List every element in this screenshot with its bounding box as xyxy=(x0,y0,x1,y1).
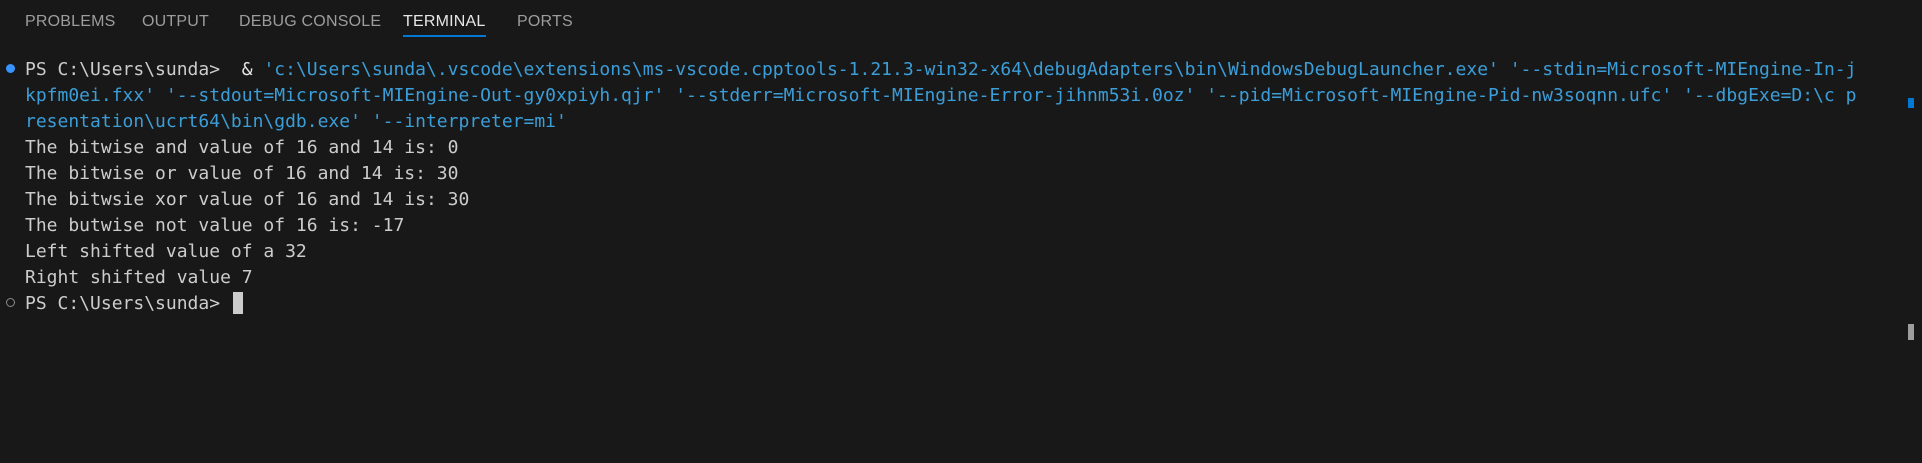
output-line: The bitwsie xor value of 16 and 14 is: 3… xyxy=(25,189,470,210)
call-operator: & xyxy=(241,59,253,80)
terminal-panel: PROBLEMS OUTPUT DEBUG CONSOLE TERMINAL P… xyxy=(0,0,1922,463)
command-pending-decoration-icon[interactable] xyxy=(6,298,15,307)
command-text-line-3: resentation\ucrt64\bin\gdb.exe' '--inter… xyxy=(25,111,567,132)
terminal-prompt: PS C:\Users\sunda> xyxy=(25,59,221,80)
tab-debug-console[interactable]: DEBUG CONSOLE xyxy=(239,13,381,35)
terminal-cursor xyxy=(232,292,243,314)
terminal-prompt: PS C:\Users\sunda> xyxy=(25,293,221,314)
command-text-line-2: kpfm0ei.fxx' '--stdout=Microsoft-MIEngin… xyxy=(25,85,1857,106)
command-success-decoration-icon[interactable] xyxy=(6,64,15,73)
terminal-current-prompt-line[interactable]: PS C:\Users\sunda> xyxy=(25,291,243,317)
output-line: Left shifted value of a 32 xyxy=(25,241,307,262)
command-text-line-1: 'c:\Users\sunda\.vscode\extensions\ms-vs… xyxy=(263,59,1857,80)
tab-output[interactable]: OUTPUT xyxy=(142,13,209,35)
scrollbar-marker xyxy=(1908,98,1914,108)
tab-terminal[interactable]: TERMINAL xyxy=(403,13,486,37)
terminal-command-line: PS C:\Users\sunda> & 'c:\Users\sunda\.vs… xyxy=(25,57,1856,83)
output-line: The bitwise and value of 16 and 14 is: 0 xyxy=(25,137,459,158)
tab-problems[interactable]: PROBLEMS xyxy=(25,13,116,35)
terminal-output-area[interactable]: PS C:\Users\sunda> & 'c:\Users\sunda\.vs… xyxy=(0,44,1922,463)
panel-tab-bar: PROBLEMS OUTPUT DEBUG CONSOLE TERMINAL P… xyxy=(0,0,1922,44)
output-line: The bitwise or value of 16 and 14 is: 30 xyxy=(25,163,459,184)
output-line: Right shifted value 7 xyxy=(25,267,253,288)
tab-ports[interactable]: PORTS xyxy=(517,13,573,35)
output-line: The butwise not value of 16 is: -17 xyxy=(25,215,405,236)
scrollbar-thumb[interactable] xyxy=(1908,324,1914,340)
